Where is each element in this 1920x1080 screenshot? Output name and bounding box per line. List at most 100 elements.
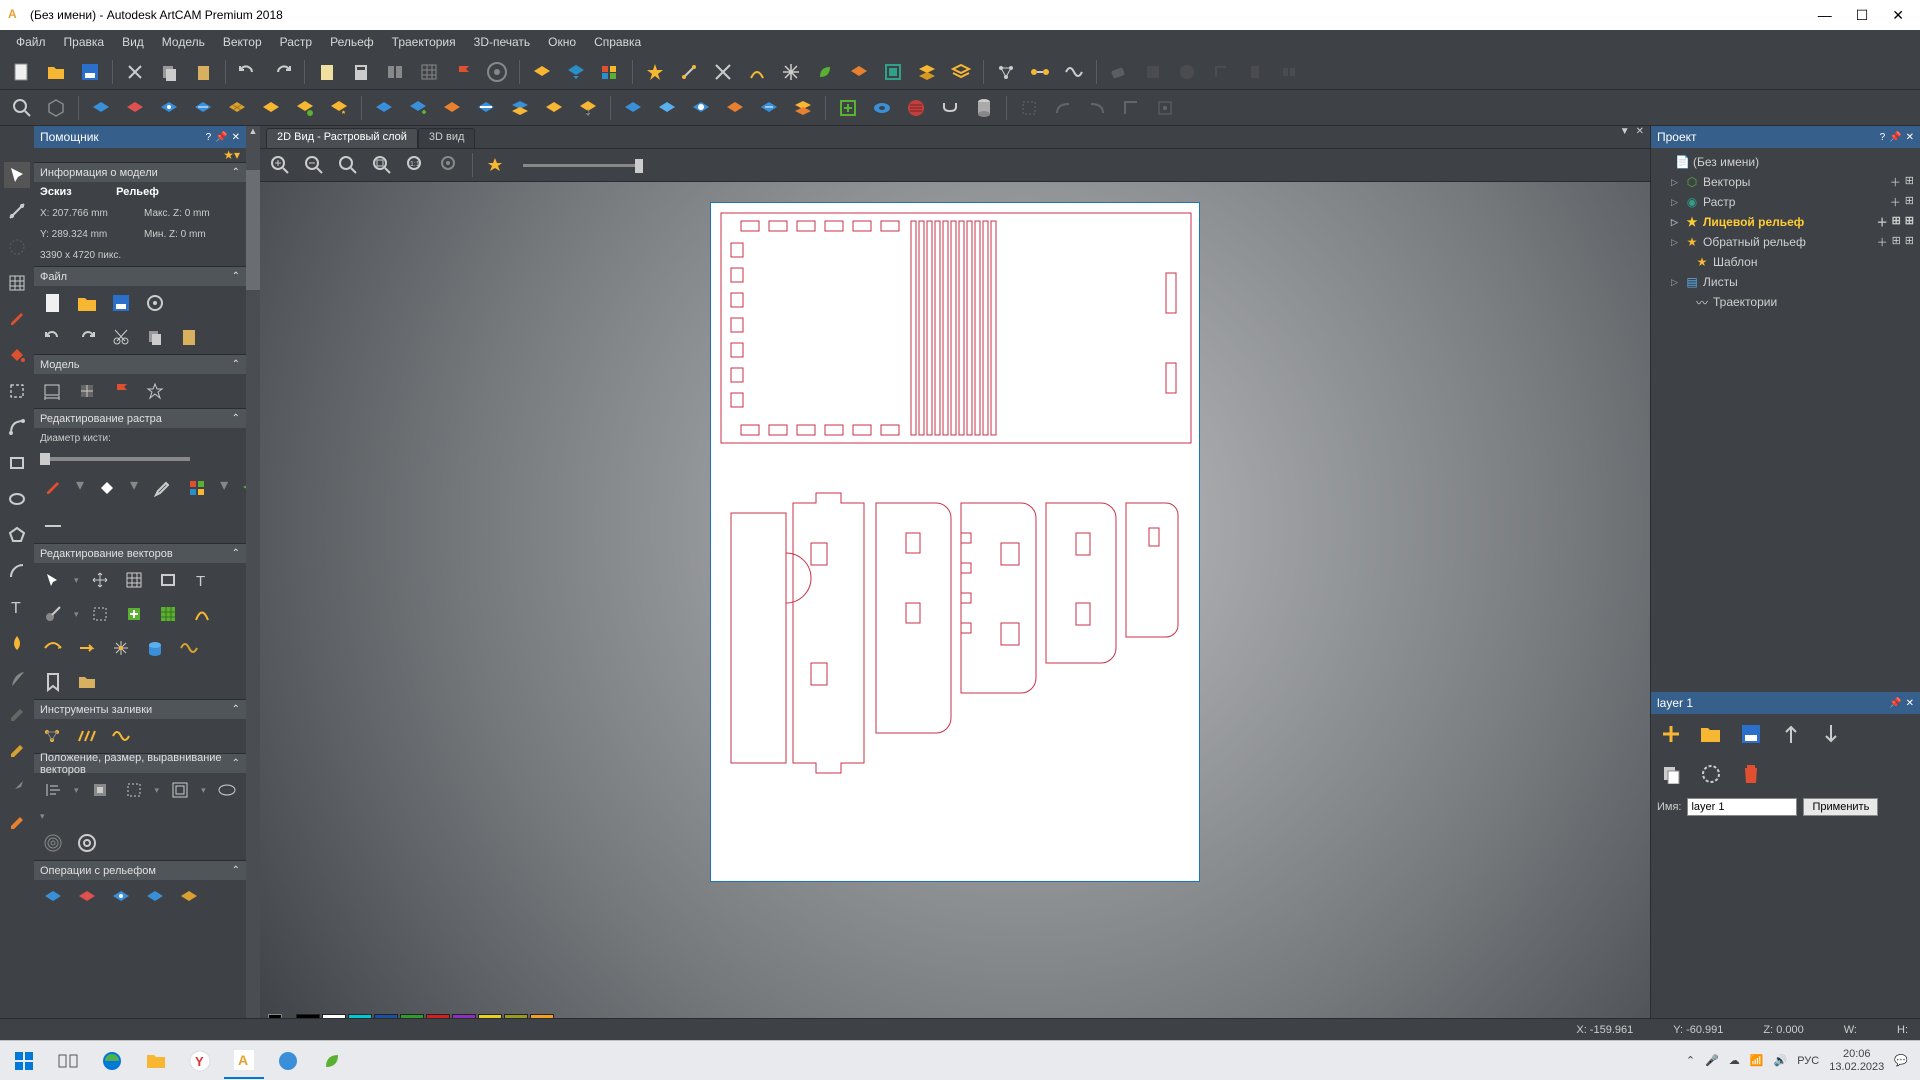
rb-blue-plus-icon[interactable] [404,94,432,122]
vec-grid-icon[interactable] [121,567,147,593]
grid-tool-icon[interactable] [4,270,30,296]
node-net-icon[interactable] [992,58,1020,86]
zoom-in-icon[interactable] [266,151,294,179]
raster-diamond-icon[interactable] [94,475,120,501]
file-copy-icon[interactable] [142,324,168,350]
raster-pencil-icon[interactable] [40,475,66,501]
dot-box-icon[interactable] [1151,94,1179,122]
tray-clock[interactable]: 20:06 13.02.2023 [1829,1048,1884,1074]
feather-tool-icon[interactable] [4,666,30,692]
rops-blue2-icon[interactable] [108,884,134,910]
plus-box-icon[interactable] [834,94,862,122]
rc-blue3-icon[interactable] [687,94,715,122]
menu-edit[interactable]: Правка [56,32,113,52]
minimize-button[interactable]: — [1818,7,1832,24]
rc-stack-icon[interactable] [789,94,817,122]
menu-vector[interactable]: Вектор [215,32,270,52]
rc-blue2-icon[interactable] [653,94,681,122]
pencil-tool-icon[interactable] [4,306,30,332]
cube-icon[interactable] [42,94,70,122]
tray-cloud-icon[interactable]: ☁ [1729,1054,1740,1067]
rh-red-icon[interactable] [121,94,149,122]
tray-wifi-icon[interactable]: 📶 [1750,1054,1764,1067]
layer-pin-icon[interactable]: 📌 [1889,698,1901,709]
rb-blue-line-icon[interactable] [472,94,500,122]
layers-stack-icon[interactable] [947,58,975,86]
raster-swatches-icon[interactable] [184,475,210,501]
vec-arrow1-icon[interactable] [40,635,66,661]
cylinder-icon[interactable] [970,94,998,122]
tree-vectors[interactable]: ▷⬡Векторы＋⊞ [1657,172,1914,192]
marquee-tool-icon[interactable] [4,378,30,404]
vec-folder-icon[interactable] [74,669,100,695]
vec-burst-icon[interactable] [108,635,134,661]
brush-diameter-slider[interactable] [40,457,190,461]
rb-gold2-icon[interactable] [540,94,568,122]
vec-wave-gold-icon[interactable] [176,635,202,661]
menu-3dprint[interactable]: 3D-печать [466,32,539,52]
model-flag-icon[interactable] [108,378,134,404]
layer-orange-icon[interactable] [845,58,873,86]
tree-toolpaths[interactable]: 〰Траектории [1657,292,1914,312]
help-icon[interactable]: ? [206,132,212,143]
taskview-icon[interactable] [48,1043,88,1079]
file-paste-icon[interactable] [176,324,202,350]
close-button[interactable]: ✕ [1892,7,1904,24]
save-icon[interactable] [76,58,104,86]
fill-dots-icon[interactable] [40,723,66,749]
measure-tool-icon[interactable] [4,198,30,224]
menu-help[interactable]: Справка [586,32,649,52]
leaf-icon[interactable] [811,58,839,86]
donut-blue-icon[interactable] [868,94,896,122]
curve-tool-icon[interactable] [4,414,30,440]
tray-volume-icon[interactable]: 🔊 [1774,1054,1788,1067]
tray-chevron-icon[interactable]: ⌃ [1686,1054,1695,1067]
gear-circle-icon[interactable] [483,58,511,86]
model-grid-icon[interactable] [74,378,100,404]
pos-inset-icon[interactable] [167,777,193,803]
relief-ops-section-header[interactable]: Операции с рельефом⌃ [34,860,246,880]
menu-file[interactable]: Файл [8,32,54,52]
tray-notifications-icon[interactable]: 💬 [1894,1054,1908,1067]
yandex-icon[interactable]: Y [180,1043,220,1079]
pos-align-icon[interactable] [40,777,66,803]
bucket-tool-icon[interactable] [4,342,30,368]
menu-window[interactable]: Окно [540,32,584,52]
vec-text-icon[interactable]: T [189,567,215,593]
zoom-extent-icon[interactable] [8,94,36,122]
rops-blue3-icon[interactable] [142,884,168,910]
pos-spiral-icon[interactable] [40,830,66,856]
vec-plus-icon[interactable] [121,601,147,627]
info-section-header[interactable]: Информация о модели⌃ [34,162,246,182]
raster-rh-green-icon[interactable] [238,475,246,501]
app-green-icon[interactable] [312,1043,352,1079]
tree-relief-back[interactable]: ▷★Обратный рельеф＋⊞⊞ [1657,232,1914,252]
new-file-icon[interactable] [8,58,36,86]
tree-relief-front[interactable]: ▷★Лицевой рельеф＋⊞⊞ [1657,212,1914,232]
cut-icon[interactable] [121,58,149,86]
pin-icon[interactable]: 📌 [215,132,227,143]
brush-dark-tool-icon[interactable] [4,702,30,728]
redo-icon[interactable] [268,58,296,86]
zoom-fit-icon[interactable] [334,151,362,179]
menu-toolpath[interactable]: Траектория [384,32,464,52]
rops-red-icon[interactable] [74,884,100,910]
arc-right-icon[interactable] [1083,94,1111,122]
notes-icon[interactable] [313,58,341,86]
vec-jar-icon[interactable] [142,635,168,661]
star-toggle-icon[interactable]: ★▾ [223,148,240,162]
tree-sheets[interactable]: ▷▤Листы [1657,272,1914,292]
dashed-box-icon[interactable] [1015,94,1043,122]
file-new-icon[interactable] [40,290,66,316]
fill-wave-icon[interactable] [108,723,134,749]
zoom-1to1-icon[interactable]: 1:1 [402,151,430,179]
layer-multi-icon[interactable] [596,58,624,86]
star-tool-icon[interactable] [641,58,669,86]
raster-section-header[interactable]: Редактирование растра⌃ [34,408,246,428]
zoom-out-icon[interactable] [300,151,328,179]
connect-icon[interactable] [1026,58,1054,86]
tray-mic-icon[interactable]: 🎤 [1705,1054,1719,1067]
menu-model[interactable]: Модель [154,32,213,52]
calculator-icon[interactable] [347,58,375,86]
pos-oval-icon[interactable] [214,777,240,803]
